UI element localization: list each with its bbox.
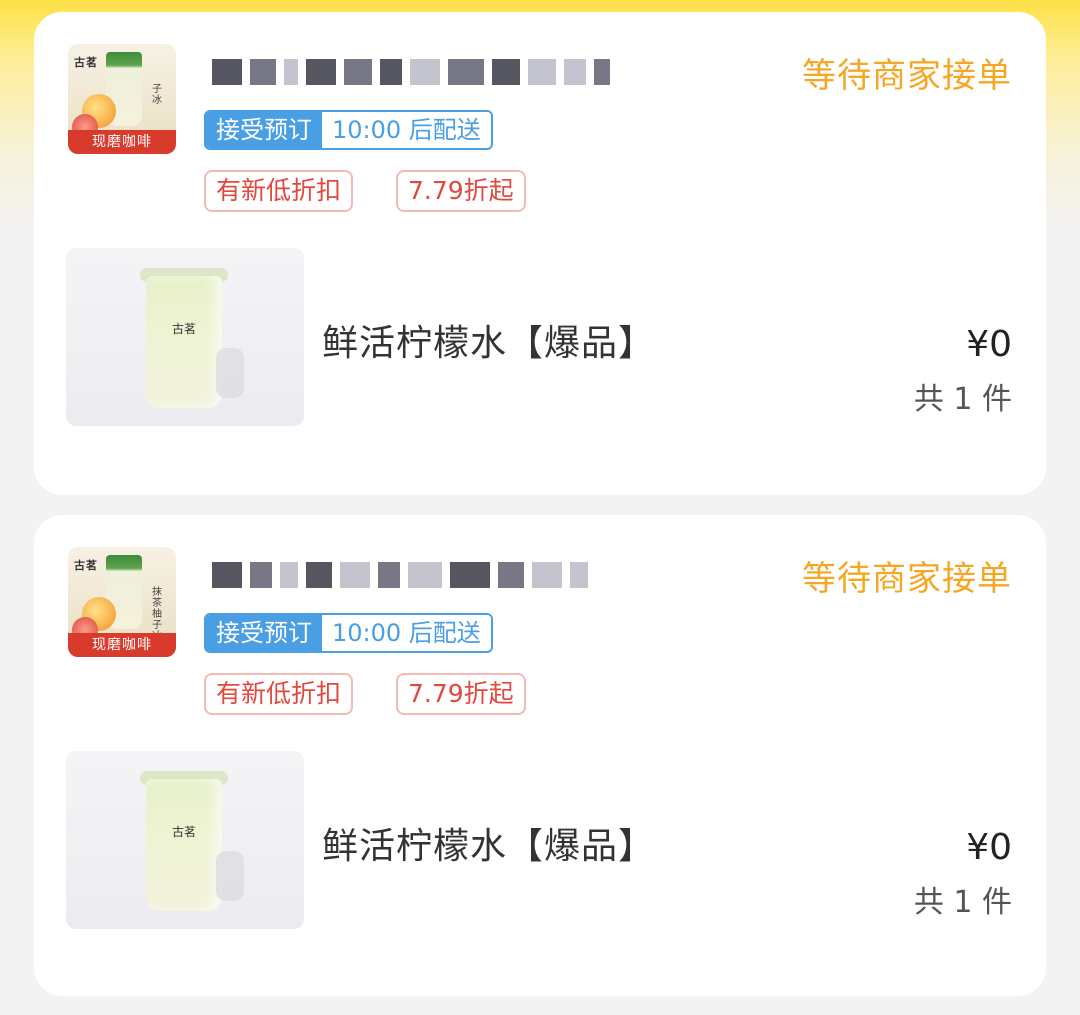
store-name-pixelated[interactable]: [212, 553, 692, 597]
lemon-water-cup-image: 古茗: [146, 276, 222, 408]
product-image[interactable]: 古茗: [66, 248, 304, 426]
delivery-time-label: 10:00 后配送: [322, 615, 491, 651]
promo-tag: 7.79折起: [396, 673, 526, 715]
store-logo[interactable]: 古茗 抹茶柚子冰 现磨咖啡: [68, 547, 176, 657]
order-status: 等待商家接单: [802, 559, 1012, 599]
promo-tag: 有新低折扣: [204, 673, 354, 715]
cup-brand-text: 古茗: [171, 322, 196, 336]
store-name-pixelated[interactable]: [212, 50, 692, 94]
straw-image: [216, 348, 244, 398]
delivery-tag: 接受预订 10:00 后配送: [204, 110, 493, 150]
logo-brand-text: 古茗: [74, 56, 98, 69]
order-status: 等待商家接单: [802, 56, 1012, 96]
product-count: 共 1 件: [913, 885, 1012, 920]
straw-image: [216, 851, 244, 901]
product-price: ¥0: [966, 324, 1012, 365]
order-card[interactable]: 古茗 子冰 现磨咖啡 等待商家接单 接受预订 10:00 后配送 有新低折扣 7…: [34, 12, 1046, 495]
order-card[interactable]: 古茗 抹茶柚子冰 现磨咖啡 等待商家接单 接受预订 10:00 后配送 有新低折…: [34, 515, 1046, 996]
logo-banner: 现磨咖啡: [68, 633, 176, 657]
product-name: 鲜活柠檬水【爆品】: [322, 323, 656, 364]
product-image[interactable]: 古茗: [66, 751, 304, 929]
promo-tag: 7.79折起: [396, 170, 526, 212]
logo-brand-text: 古茗: [74, 559, 98, 572]
delivery-tag: 接受预订 10:00 后配送: [204, 613, 493, 653]
promo-tag: 有新低折扣: [204, 170, 354, 212]
logo-banner: 现磨咖啡: [68, 130, 176, 154]
product-name: 鲜活柠檬水【爆品】: [322, 826, 656, 867]
delivery-type-label: 接受预订: [206, 615, 322, 651]
cup-brand-text: 古茗: [171, 825, 196, 839]
lemon-water-cup-image: 古茗: [146, 779, 222, 911]
product-count: 共 1 件: [913, 382, 1012, 417]
product-price: ¥0: [966, 827, 1012, 868]
delivery-type-label: 接受预订: [206, 112, 322, 148]
delivery-time-label: 10:00 后配送: [322, 112, 491, 148]
store-logo[interactable]: 古茗 子冰 现磨咖啡: [68, 44, 176, 154]
logo-side-text: 子冰: [152, 84, 162, 106]
